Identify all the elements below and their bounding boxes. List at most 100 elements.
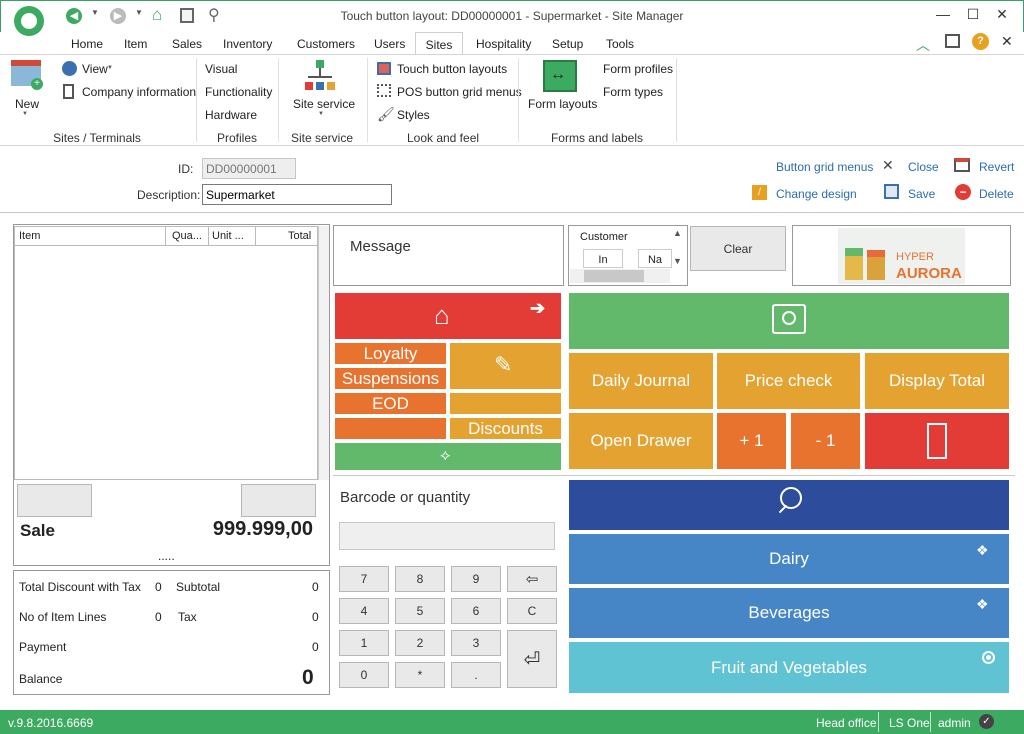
ribbon-separator bbox=[676, 58, 677, 142]
close-document-icon[interactable]: ✕ bbox=[1001, 33, 1013, 50]
discounts-button[interactable]: Discounts bbox=[450, 418, 561, 439]
price-check-button[interactable]: Price check bbox=[717, 353, 860, 409]
eod-button[interactable]: EOD bbox=[335, 393, 446, 414]
ribbon-separator bbox=[518, 58, 519, 142]
status-check-icon: ✓ bbox=[979, 714, 994, 729]
daily-journal-button[interactable]: Daily Journal bbox=[569, 353, 713, 409]
menu-home[interactable]: Home bbox=[71, 37, 103, 54]
delete-link[interactable]: Delete bbox=[979, 187, 1014, 201]
receipt-button-left[interactable] bbox=[17, 484, 92, 517]
customer-scroll-down-icon[interactable]: ▼ bbox=[673, 256, 682, 266]
menu-sites[interactable]: Sites bbox=[415, 32, 463, 55]
submenu-icon: ❖ bbox=[976, 596, 989, 612]
category-fruit-vegetables-button[interactable]: Fruit and Vegetables bbox=[569, 642, 1009, 693]
clear-button[interactable]: Clear bbox=[690, 226, 786, 271]
group-look-and-feel: Look and feel bbox=[406, 131, 480, 145]
menu-users[interactable]: Users bbox=[374, 37, 405, 54]
column-unit[interactable]: Unit ... bbox=[212, 230, 244, 242]
minimize-button[interactable]: — bbox=[932, 6, 954, 26]
arrow-right-icon: ➔ bbox=[530, 298, 546, 318]
form-profiles-button[interactable]: Form profiles bbox=[603, 62, 673, 76]
form-layouts-button[interactable]: Form layouts bbox=[528, 97, 597, 111]
category-dairy-button[interactable]: Dairy bbox=[569, 534, 1009, 584]
revert-icon bbox=[954, 158, 970, 172]
column-item[interactable]: Item bbox=[19, 230, 40, 242]
numpad-key-8[interactable]: 8 bbox=[395, 566, 445, 592]
category-beverages-button[interactable]: Beverages bbox=[569, 588, 1009, 638]
numpad-key-7[interactable]: 7 bbox=[339, 566, 389, 592]
revert-link[interactable]: Revert bbox=[979, 160, 1014, 174]
loyalty-button[interactable]: Loyalty bbox=[335, 343, 446, 364]
numpad-key-0[interactable]: 0 bbox=[339, 662, 389, 688]
suspensions-button[interactable]: Suspensions bbox=[335, 368, 446, 389]
group-site-service: Site service bbox=[290, 131, 354, 145]
customer-scroll-thumb[interactable] bbox=[584, 270, 644, 282]
barcode-input[interactable] bbox=[339, 522, 555, 550]
change-design-link[interactable]: Change design bbox=[776, 187, 857, 201]
grocery-bags-icon bbox=[867, 250, 885, 280]
maximize-button[interactable]: ☐ bbox=[962, 6, 984, 26]
empty-amber-button[interactable] bbox=[450, 393, 561, 414]
pos-button-grid-menus-button[interactable]: POS button grid menus bbox=[397, 85, 522, 99]
plus-one-button[interactable]: + 1 bbox=[717, 413, 786, 469]
visual-button[interactable]: Visual bbox=[205, 62, 237, 76]
menu-inventory[interactable]: Inventory bbox=[223, 37, 272, 54]
help-icon[interactable]: ? bbox=[972, 33, 989, 50]
subtotal-value: 0 bbox=[312, 580, 319, 594]
menu-item[interactable]: Item bbox=[124, 37, 147, 54]
clear-key[interactable]: C bbox=[507, 598, 557, 624]
column-total[interactable]: Total bbox=[288, 230, 311, 242]
customer-column-in[interactable]: In bbox=[583, 249, 623, 268]
close-link[interactable]: Close bbox=[908, 160, 939, 174]
open-drawer-button[interactable]: Open Drawer bbox=[569, 413, 713, 469]
touch-button-layouts-button[interactable]: Touch button layouts bbox=[397, 62, 507, 76]
backspace-key[interactable]: ⇦ bbox=[507, 566, 557, 592]
numpad-key-star[interactable]: * bbox=[395, 662, 445, 688]
receipt-header bbox=[15, 227, 317, 246]
hardware-button[interactable]: Hardware bbox=[205, 108, 257, 122]
numpad-key-2[interactable]: 2 bbox=[395, 630, 445, 656]
resize-arrows-icon: ↔ bbox=[550, 66, 566, 83]
numpad-key-1[interactable]: 1 bbox=[339, 630, 389, 656]
menu-sales[interactable]: Sales bbox=[172, 37, 202, 54]
view-button[interactable]: View bbox=[82, 62, 108, 76]
minus-one-button[interactable]: - 1 bbox=[791, 413, 860, 469]
sale-label: Sale bbox=[20, 521, 55, 540]
numpad-key-5[interactable]: 5 bbox=[395, 598, 445, 624]
form-types-button[interactable]: Form types bbox=[603, 85, 663, 99]
receipt-button-right[interactable] bbox=[241, 484, 316, 517]
site-service-button[interactable]: Site service bbox=[293, 97, 355, 111]
menu-customers[interactable]: Customers bbox=[297, 37, 355, 54]
new-button[interactable]: New bbox=[15, 97, 39, 111]
description-field[interactable] bbox=[202, 184, 392, 205]
company-information-button[interactable]: Company information bbox=[82, 85, 196, 99]
numpad-key-dot[interactable]: . bbox=[451, 662, 501, 688]
numpad-key-9[interactable]: 9 bbox=[451, 566, 501, 592]
menu-setup[interactable]: Setup bbox=[552, 37, 583, 54]
total-discount-value: 0 bbox=[155, 580, 162, 594]
numpad-key-4[interactable]: 4 bbox=[339, 598, 389, 624]
styles-button[interactable]: Styles bbox=[397, 108, 430, 122]
window-layout-icon[interactable] bbox=[945, 34, 960, 48]
id-label: ID: bbox=[178, 162, 194, 176]
numpad-key-3[interactable]: 3 bbox=[451, 630, 501, 656]
submenu-icon: ❖ bbox=[976, 542, 989, 558]
coins-icon bbox=[782, 311, 796, 325]
collapse-ribbon-icon[interactable]: ︿ bbox=[916, 35, 930, 55]
customer-column-name[interactable]: Na bbox=[638, 249, 672, 268]
column-quantity[interactable]: Qua... bbox=[172, 230, 202, 242]
close-window-button[interactable]: ✕ bbox=[991, 6, 1013, 26]
empty-orange-button[interactable] bbox=[335, 418, 446, 439]
functionality-button[interactable]: Functionality bbox=[205, 85, 272, 99]
numpad-key-6[interactable]: 6 bbox=[451, 598, 501, 624]
product-text: LS One bbox=[889, 716, 930, 730]
payment-value: 0 bbox=[312, 640, 319, 654]
display-total-button[interactable]: Display Total bbox=[865, 353, 1009, 409]
receipt-scrollbar[interactable] bbox=[318, 226, 329, 480]
button-grid-menus-link[interactable]: Button grid menus bbox=[776, 160, 873, 174]
customer-scroll-up-icon[interactable]: ▲ bbox=[673, 228, 682, 238]
save-link[interactable]: Save bbox=[908, 187, 935, 201]
enter-key[interactable]: ⏎ bbox=[507, 630, 557, 688]
menu-tools[interactable]: Tools bbox=[606, 37, 634, 54]
menu-hospitality[interactable]: Hospitality bbox=[476, 37, 531, 54]
